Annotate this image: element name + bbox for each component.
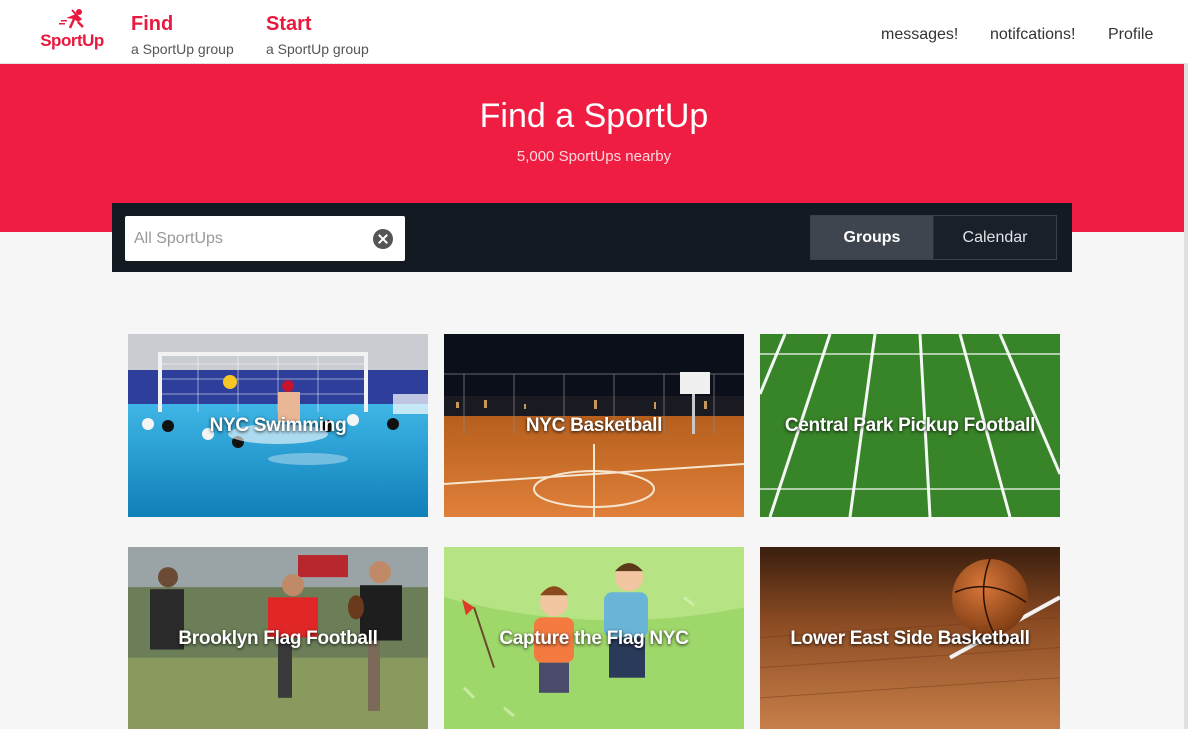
group-title: Brooklyn Flag Football bbox=[178, 628, 378, 649]
top-nav: SportUp Find a SportUp group Start a Spo… bbox=[0, 0, 1188, 64]
group-title: NYC Basketball bbox=[525, 415, 663, 436]
nearby-count: 5,000 SportUps nearby bbox=[516, 148, 672, 165]
nav-start-label: Start bbox=[266, 13, 312, 35]
nav-start-sub: a SportUp group bbox=[266, 41, 369, 57]
search-input[interactable] bbox=[125, 216, 365, 261]
search-toolbar: Groups Calendar bbox=[112, 203, 1072, 272]
groups-tab[interactable]: Groups bbox=[811, 216, 934, 259]
view-toggle: Groups Calendar bbox=[810, 215, 1057, 260]
nav-profile[interactable]: Profile bbox=[1108, 26, 1153, 44]
nav-start[interactable]: Start a SportUp group bbox=[266, 12, 369, 57]
nav-find[interactable]: Find a SportUp group bbox=[131, 12, 234, 57]
sportup-logo[interactable]: SportUp bbox=[38, 8, 106, 58]
logo-text: SportUp bbox=[40, 31, 104, 50]
calendar-tab[interactable]: Calendar bbox=[934, 216, 1056, 259]
scrollbar[interactable] bbox=[1184, 64, 1188, 729]
group-card-nyc-swimming[interactable]: NYC Swimming bbox=[128, 334, 428, 517]
group-card-nyc-basketball[interactable]: NYC Basketball bbox=[444, 334, 744, 517]
clear-search-icon[interactable] bbox=[373, 229, 393, 249]
page-title: Find a SportUp bbox=[479, 97, 709, 135]
group-card-brooklyn-flag-football[interactable]: Brooklyn Flag Football bbox=[128, 547, 428, 729]
group-card-central-park-football[interactable]: Central Park Pickup Football bbox=[760, 334, 1060, 517]
sportup-logo-icon bbox=[59, 9, 84, 29]
group-card-les-basketball[interactable]: Lower East Side Basketball bbox=[760, 547, 1060, 729]
group-title: Central Park Pickup Football bbox=[784, 415, 1036, 436]
search-box bbox=[125, 216, 405, 261]
group-title: NYC Swimming bbox=[209, 415, 347, 436]
nav-find-sub: a SportUp group bbox=[131, 41, 234, 57]
nav-messages[interactable]: messages! bbox=[881, 26, 958, 44]
group-title: Lower East Side Basketball bbox=[790, 628, 1030, 649]
nav-notifications[interactable]: notifcations! bbox=[990, 26, 1075, 44]
nav-find-label: Find bbox=[131, 13, 174, 35]
group-card-capture-the-flag[interactable]: Capture the Flag NYC bbox=[444, 547, 744, 729]
group-title: Capture the Flag NYC bbox=[499, 628, 689, 649]
